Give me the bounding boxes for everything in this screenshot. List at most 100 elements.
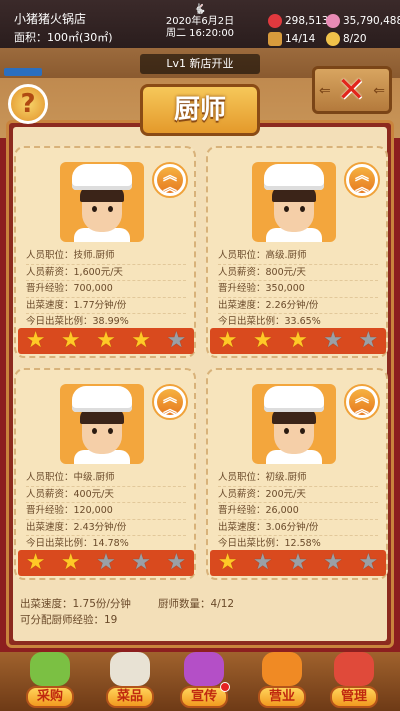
chef-eye (300, 206, 305, 212)
star-icon: ★ (166, 550, 187, 575)
ratio-value: 14.78% (92, 538, 129, 549)
money-stat: 298,513 (268, 14, 328, 28)
money-value: 298,513 (285, 15, 329, 27)
cloche-bell-icon (262, 652, 302, 686)
bottom-nav: 采购 菜品 宣传 营业 管理 (0, 652, 400, 711)
chef-card[interactable]: ︽ ︽ 人员职位：初级.厨师 人员薪资：200元/天 晋升经验：26,000 出菜… (206, 368, 388, 580)
salary-value: 800元/天 (265, 266, 306, 278)
ratio-label: 今日出菜比例： (26, 316, 93, 327)
chef-hat-icon (264, 386, 324, 412)
chef-info: 人员职位：中级.厨师 人员薪资：400元/天 晋升经验：120,000 出菜速度… (26, 470, 186, 553)
money-bag-icon (268, 14, 282, 28)
vegetables-basket-icon (30, 652, 70, 686)
exp-label: 晋升经验： (26, 505, 74, 516)
speed-value: 2.43分钟/份 (73, 521, 127, 533)
star-icon: ★ (60, 550, 81, 575)
nav-item[interactable]: 宣传 (172, 652, 236, 711)
salary-value: 200元/天 (265, 488, 306, 500)
chef-eye (92, 428, 97, 434)
star-icon: ★ (252, 328, 273, 353)
exp-label: 晋升经验： (218, 283, 266, 294)
nav-item[interactable]: 采购 (18, 652, 82, 711)
position-value: 技师.厨师 (73, 250, 115, 261)
ratio-value: 33.65% (284, 316, 321, 327)
status-bar: 小猪猪火锅店 面积：100㎡(30㎡) 🐇 2020年6月2日 周二 16:20… (0, 0, 400, 48)
star-icon: ★ (166, 328, 187, 353)
speed-label: 出菜速度： (218, 521, 266, 533)
nav-item[interactable]: 菜品 (98, 652, 162, 711)
chef-eye (300, 428, 305, 434)
close-button[interactable]: ⇐ ✕ ⇐ (312, 66, 392, 114)
star-icon: ★ (323, 550, 344, 575)
nav-label: 营业 (258, 686, 306, 708)
date-text: 2020年6月2日 (165, 16, 235, 27)
position-value: 初级.厨师 (265, 472, 307, 483)
help-button[interactable]: ? (8, 84, 48, 124)
chef-card[interactable]: ︽ ︽ 人员职位：中级.厨师 人员薪资：400元/天 晋升经验：120,000 出… (14, 368, 196, 580)
speed-label: 出菜速度： (218, 299, 266, 311)
date-block: 🐇 2020年6月2日 周二 16:20:00 (160, 4, 240, 40)
star-icon: ★ (288, 550, 308, 575)
star-rating: ★ ★ ★ ★ ★ (18, 328, 194, 354)
star-icon: ★ (60, 328, 81, 353)
double-chevron-up-icon: ︽ ︽ (349, 389, 375, 417)
nav-item[interactable]: 营业 (250, 652, 314, 711)
exp-value: 26,000 (265, 505, 299, 516)
footer-assignable-exp: 可分配厨师经验：19 (20, 614, 118, 626)
star-icon: ★ (96, 550, 116, 575)
chef-hat-icon (264, 164, 324, 190)
star-icon: ★ (323, 328, 344, 353)
chef-eye (108, 206, 113, 212)
ratio-value: 38.99% (92, 316, 129, 327)
upgrade-button[interactable]: ︽ ︽ (344, 162, 380, 198)
nav-label: 采购 (26, 686, 74, 708)
chef-portrait (60, 384, 144, 464)
chef-info: 人员职位：高级.厨师 人员薪资：800元/天 晋升经验：350,000 出菜速度… (218, 248, 378, 331)
chef-eye (284, 428, 289, 434)
position-value: 中级.厨师 (73, 472, 115, 483)
star-icon: ★ (25, 328, 46, 353)
chef-info: 人员职位：技师.厨师 人员薪资：1,600元/天 晋升经验：700,000 出菜… (26, 248, 186, 331)
chef-portrait (60, 162, 144, 242)
speed-value: 1.77分钟/份 (73, 299, 127, 311)
star-icon: ★ (131, 550, 152, 575)
position-label: 人员职位： (26, 250, 74, 261)
double-chevron-up-icon: ︽ ︽ (157, 389, 183, 417)
speed-value: 3.06分钟/份 (265, 521, 319, 533)
salary-label: 人员薪资： (218, 488, 266, 500)
arrow-left-icon: ⇐ (319, 83, 331, 99)
chef-portrait (252, 384, 336, 464)
table-icon (268, 32, 282, 46)
star-icon: ★ (217, 550, 238, 575)
speed-value: 2.26分钟/份 (265, 299, 319, 311)
salary-label: 人员薪资： (218, 266, 266, 278)
star-icon: ★ (288, 328, 308, 353)
time-text: 周二 16:20:00 (165, 28, 235, 39)
nav-item[interactable]: 管理 (322, 652, 386, 711)
speed-label: 出菜速度： (26, 521, 74, 533)
star-icon: ★ (358, 328, 379, 353)
salary-label: 人员薪资： (26, 488, 74, 500)
rabbit-icon: 🐇 (193, 4, 207, 15)
speed-label: 出菜速度： (26, 299, 74, 311)
chef-portrait (252, 162, 336, 242)
exp-value: 120,000 (73, 505, 113, 516)
chef-hat-icon (72, 164, 132, 190)
upgrade-button[interactable]: ︽ ︽ (344, 384, 380, 420)
chef-info: 人员职位：初级.厨师 人员薪资：200元/天 晋升经验：26,000 出菜速度：… (218, 470, 378, 553)
upgrade-button[interactable]: ︽ ︽ (152, 162, 188, 198)
notification-dot (220, 682, 230, 692)
level-banner: Lv1 新店开业 (140, 54, 260, 74)
position-label: 人员职位： (218, 250, 266, 261)
chef-card[interactable]: ︽ ︽ 人员职位：高级.厨师 人员薪资：800元/天 晋升经验：350,000 出… (206, 146, 388, 358)
chef-card[interactable]: ︽ ︽ 人员职位：技师.厨师 人员薪资：1,600元/天 晋升经验：700,000… (14, 146, 196, 358)
staff-stat: 8/20 (326, 32, 367, 46)
exp-label: 晋升经验： (218, 505, 266, 516)
upgrade-button[interactable]: ︽ ︽ (152, 384, 188, 420)
nav-label: 管理 (330, 686, 378, 708)
chef-eye (92, 206, 97, 212)
shop-area: 面积：100㎡(30㎡) (14, 31, 113, 44)
double-chevron-up-icon: ︽ ︽ (349, 167, 375, 195)
shop-name: 小猪猪火锅店 (14, 12, 87, 26)
shop-sign (4, 68, 42, 76)
